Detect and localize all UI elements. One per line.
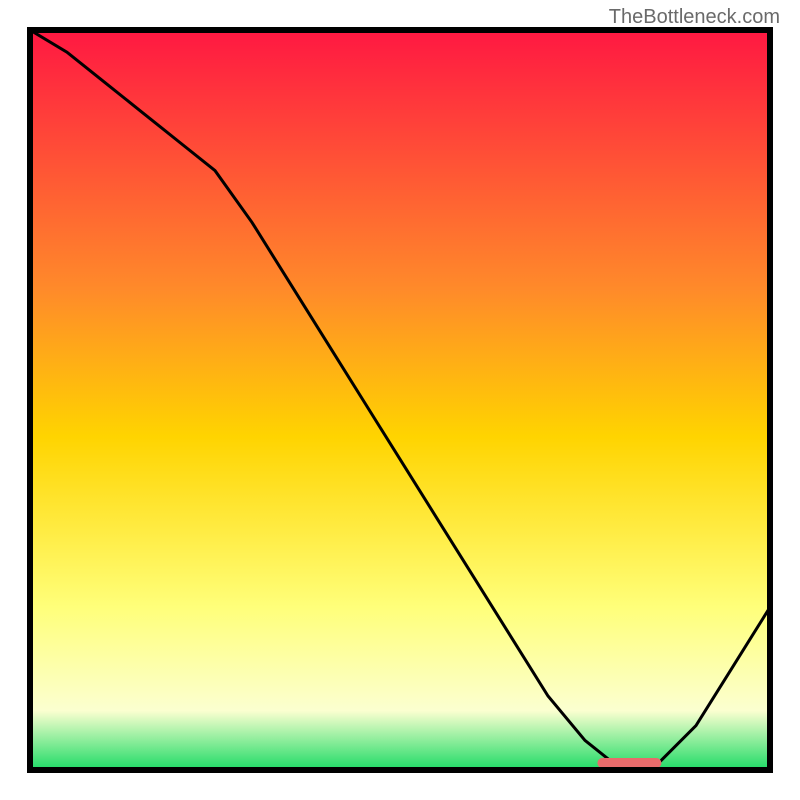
optimum-marker: [597, 758, 661, 768]
bottleneck-chart: [0, 0, 800, 800]
watermark-label: TheBottleneck.com: [609, 6, 780, 29]
plot-background: [30, 30, 770, 770]
chart-container: TheBottleneck.com: [0, 0, 800, 800]
